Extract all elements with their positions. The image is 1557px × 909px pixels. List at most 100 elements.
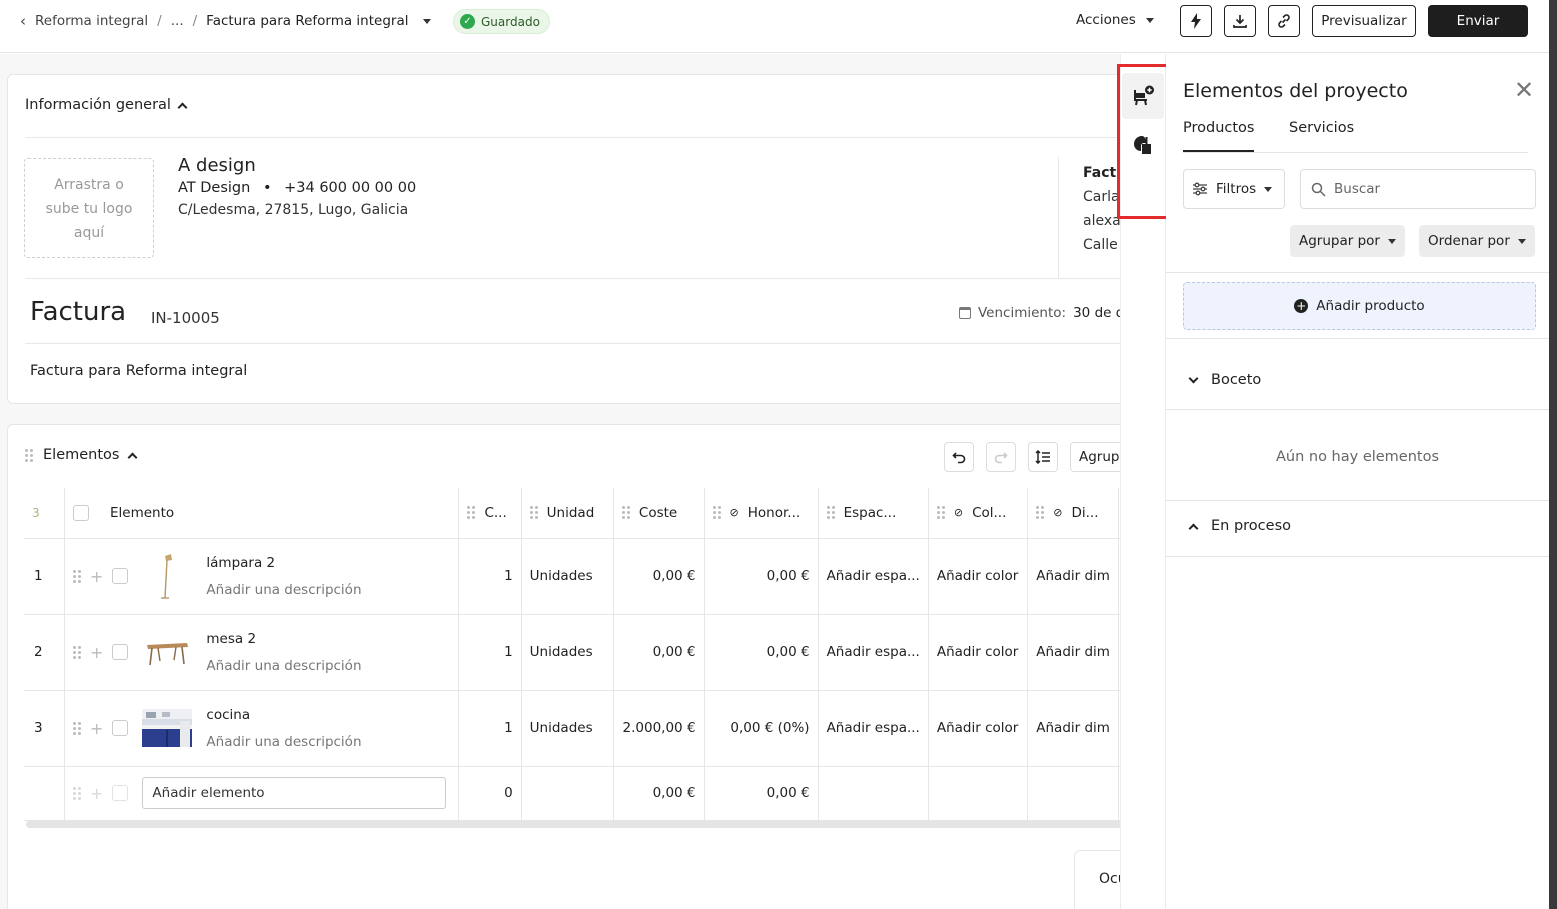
eye-off-icon[interactable]: ⊘	[1053, 506, 1062, 519]
item-name[interactable]: cocina	[206, 707, 361, 723]
eye-off-icon[interactable]: ⊘	[730, 506, 739, 519]
drag-handle-icon[interactable]	[25, 448, 33, 462]
item-name[interactable]: mesa 2	[206, 631, 361, 647]
back-chevron-icon[interactable]: ‹	[20, 12, 26, 30]
table-row[interactable]: 2 + mesa 2 Añadir una descripción 1 Unid…	[24, 614, 1136, 691]
cost-cell[interactable]: 2.000,00 €	[613, 690, 705, 767]
elements-header[interactable]: Elementos	[25, 447, 138, 463]
logo-dropzone[interactable]: Arrastra o sube tu logo aquí	[24, 158, 154, 258]
quantity-cell[interactable]: 1	[458, 538, 522, 615]
color-cell[interactable]: Añadir color	[928, 690, 1029, 767]
sort-lines-button[interactable]	[1028, 442, 1058, 472]
table-row[interactable]: 1 + lámpara 2 Añadir una descripción 1 U…	[24, 538, 1136, 615]
add-icon[interactable]: +	[90, 643, 103, 662]
column-header-fees[interactable]: ⊘ Honor...	[704, 488, 819, 539]
cost-cell[interactable]: 0,00 €	[613, 538, 705, 615]
item-image-kitchen[interactable]	[142, 703, 193, 753]
color-cell[interactable]: Añadir color	[928, 538, 1029, 615]
select-all-checkbox[interactable]	[73, 504, 89, 521]
redo-button[interactable]	[986, 442, 1016, 472]
download-button[interactable]	[1224, 5, 1256, 37]
close-icon[interactable]: ✕	[1514, 76, 1534, 104]
breadcrumb-dropdown-icon[interactable]	[423, 18, 432, 24]
actions-menu[interactable]: Acciones	[1076, 12, 1154, 28]
dimensions-cell[interactable]: Añadir dim	[1027, 614, 1119, 691]
group-by-button[interactable]: Agrupar por	[1290, 225, 1405, 257]
item-image-lamp[interactable]	[142, 551, 192, 601]
item-description[interactable]: Añadir una descripción	[206, 658, 361, 674]
item-cell[interactable]: + lámpara 2 Añadir una descripción	[64, 538, 460, 615]
column-header-cost[interactable]: Coste	[613, 488, 705, 539]
drag-handle-icon[interactable]	[467, 506, 476, 520]
drag-handle-icon[interactable]	[529, 506, 538, 520]
column-header-element[interactable]: Elemento	[64, 488, 460, 539]
drag-handle-icon[interactable]	[621, 506, 630, 520]
drag-handle-icon[interactable]	[936, 506, 945, 520]
column-header-unit[interactable]: Unidad	[521, 488, 614, 539]
row-checkbox[interactable]	[112, 644, 129, 660]
space-cell[interactable]: Añadir espa...	[818, 538, 929, 615]
invoice-description[interactable]: Factura para Reforma integral	[30, 363, 247, 379]
drag-handle-icon[interactable]	[73, 569, 81, 583]
copy-link-button[interactable]	[1268, 5, 1300, 37]
filters-button[interactable]: Filtros	[1183, 169, 1285, 209]
color-cell[interactable]: Añadir color	[928, 614, 1029, 691]
unit-cell[interactable]: Unidades	[521, 614, 614, 691]
item-name[interactable]: lámpara 2	[206, 555, 361, 571]
window-scrollbar[interactable]	[1549, 0, 1557, 909]
tab-products[interactable]: Productos	[1183, 120, 1255, 152]
space-cell[interactable]	[818, 766, 929, 821]
group-en-proceso[interactable]: En proceso	[1188, 518, 1291, 534]
add-item-input[interactable]: Añadir elemento	[142, 777, 447, 809]
drag-handle-icon[interactable]	[73, 721, 81, 735]
preview-button[interactable]: Previsualizar	[1312, 5, 1416, 37]
column-header-quantity[interactable]: C...	[458, 488, 522, 539]
unit-cell[interactable]	[521, 766, 614, 821]
item-description[interactable]: Añadir una descripción	[206, 734, 361, 750]
add-item-row[interactable]: + Añadir elemento 0 0,00 € 0,00 €	[24, 766, 1136, 821]
add-item-cell[interactable]: + Añadir elemento	[64, 766, 460, 821]
space-cell[interactable]: Añadir espa...	[818, 614, 929, 691]
fees-cell[interactable]: 0,00 €	[704, 538, 819, 615]
column-header-dimensions[interactable]: ⊘ Di...	[1027, 488, 1119, 539]
dimensions-cell[interactable]: Añadir dim	[1027, 690, 1119, 767]
drag-handle-icon[interactable]	[826, 506, 835, 520]
tab-services[interactable]: Servicios	[1289, 120, 1354, 152]
automation-button[interactable]	[1180, 5, 1212, 37]
quantity-cell[interactable]: 1	[458, 614, 522, 691]
breadcrumb-project[interactable]: Reforma integral	[35, 13, 148, 29]
breadcrumb-ellipsis[interactable]: ...	[171, 13, 184, 29]
add-product-button[interactable]: + Añadir producto	[1183, 282, 1536, 330]
table-row[interactable]: 3 + cocina Añadir una descripción 1 Unid…	[24, 690, 1136, 767]
add-icon[interactable]: +	[90, 567, 103, 586]
cost-cell[interactable]: 0,00 €	[613, 614, 705, 691]
drag-handle-icon[interactable]	[1036, 506, 1045, 520]
drag-handle-icon[interactable]	[712, 506, 721, 520]
add-icon[interactable]: +	[90, 719, 103, 738]
horizontal-scrollbar[interactable]	[26, 821, 1136, 828]
fees-cell[interactable]: 0,00 €	[704, 614, 819, 691]
unit-cell[interactable]: Unidades	[521, 538, 614, 615]
eye-off-icon[interactable]: ⊘	[954, 506, 963, 519]
color-cell[interactable]	[928, 766, 1029, 821]
quantity-cell[interactable]: 1	[458, 690, 522, 767]
item-cell[interactable]: + mesa 2 Añadir una descripción	[64, 614, 460, 691]
fees-cell[interactable]: 0,00 € (0%)	[704, 690, 819, 767]
item-image-table[interactable]	[142, 627, 192, 677]
column-header-space[interactable]: Espac...	[818, 488, 929, 539]
cost-cell[interactable]: 0,00 €	[613, 766, 705, 821]
send-button[interactable]: Enviar	[1428, 5, 1528, 37]
space-cell[interactable]: Añadir espa...	[818, 690, 929, 767]
general-info-toggle[interactable]: Información general	[25, 97, 188, 113]
undo-button[interactable]	[944, 442, 974, 472]
invoice-number[interactable]: IN-10005	[151, 309, 220, 327]
fees-cell[interactable]: 0,00 €	[704, 766, 819, 821]
dimensions-cell[interactable]: Añadir dim	[1027, 538, 1119, 615]
order-by-button[interactable]: Ordenar por	[1419, 225, 1535, 257]
item-cell[interactable]: + cocina Añadir una descripción	[64, 690, 460, 767]
quantity-cell[interactable]: 0	[458, 766, 522, 821]
unit-cell[interactable]: Unidades	[521, 690, 614, 767]
row-checkbox[interactable]	[112, 568, 129, 584]
item-description[interactable]: Añadir una descripción	[206, 582, 361, 598]
due-date[interactable]: Vencimiento: 30 de d	[959, 305, 1124, 321]
